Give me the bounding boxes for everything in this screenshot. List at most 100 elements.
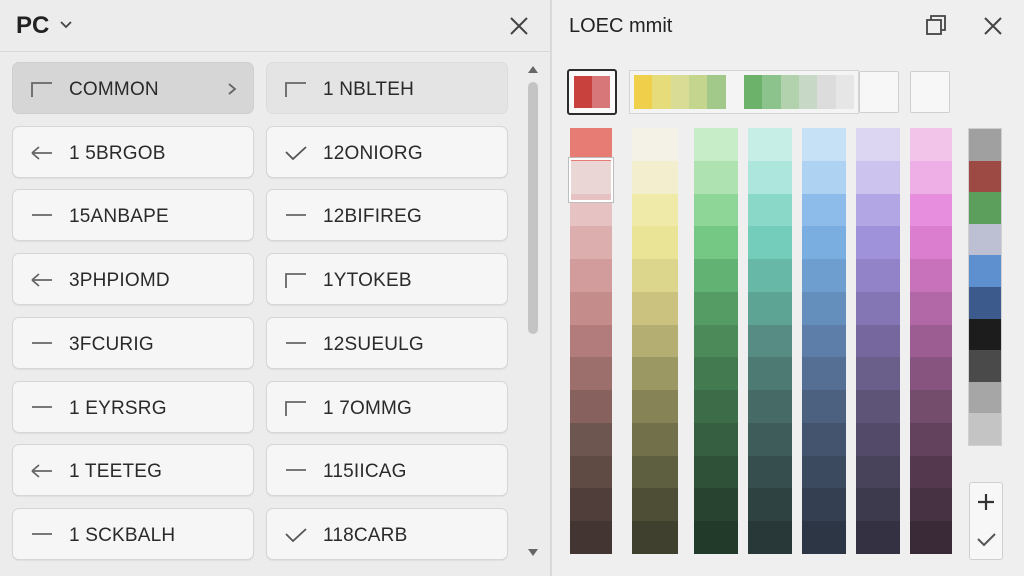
palette-swatch[interactable]: [910, 128, 952, 161]
palette-swatch[interactable]: [570, 226, 612, 260]
list-item[interactable]: 12ONIORG: [266, 125, 508, 178]
palette-swatch[interactable]: [856, 422, 900, 456]
add-color-icon[interactable]: [970, 483, 1002, 521]
palette-swatch[interactable]: [694, 455, 738, 489]
palette-swatch[interactable]: [694, 128, 738, 161]
palette-swatch[interactable]: [694, 488, 738, 522]
scrollbar[interactable]: [524, 60, 542, 570]
palette-swatch[interactable]: [856, 390, 900, 423]
palette-swatch[interactable]: [748, 521, 792, 554]
palette-swatch[interactable]: [632, 291, 678, 325]
chevron-right-icon[interactable]: [225, 81, 239, 97]
palette-swatch[interactable]: [910, 488, 952, 522]
palette-swatch[interactable]: [694, 390, 738, 423]
palette-swatch[interactable]: [570, 488, 612, 522]
confirm-check-icon[interactable]: [970, 521, 1002, 559]
palette-swatch[interactable]: [632, 324, 678, 358]
palette-swatch[interactable]: [632, 128, 678, 161]
palette-swatch[interactable]: [694, 226, 738, 260]
palette-swatch[interactable]: [632, 259, 678, 292]
palette-swatch[interactable]: [856, 521, 900, 554]
palette-swatch[interactable]: [694, 324, 738, 358]
palette-swatch[interactable]: [856, 324, 900, 358]
palette-swatch[interactable]: [802, 259, 846, 292]
recent-color-swatch[interactable]: [707, 75, 726, 109]
empty-swatch[interactable]: [859, 71, 899, 113]
palette-swatch[interactable]: [694, 422, 738, 456]
palette-swatch[interactable]: [856, 226, 900, 260]
list-item[interactable]: 1 5BRGOB: [12, 125, 254, 178]
preset-color-swatch[interactable]: [969, 223, 1001, 256]
palette-swatch[interactable]: [910, 390, 952, 423]
recent-color-swatch[interactable]: [688, 75, 708, 109]
palette-swatch[interactable]: [748, 291, 792, 325]
palette-swatch[interactable]: [694, 291, 738, 325]
panel-title-dropdown[interactable]: PC: [16, 12, 49, 40]
recent-color-swatch[interactable]: [743, 75, 763, 109]
palette-swatch[interactable]: [570, 259, 612, 292]
preset-color-swatch[interactable]: [969, 286, 1001, 319]
chevron-down-icon[interactable]: [58, 16, 74, 32]
preset-color-column[interactable]: [968, 128, 1002, 446]
list-item[interactable]: 1YTOKEB: [266, 253, 508, 306]
palette-swatch[interactable]: [802, 160, 846, 194]
preset-color-swatch[interactable]: [969, 160, 1001, 193]
palette-swatch[interactable]: [802, 488, 846, 522]
palette-swatch[interactable]: [910, 291, 952, 325]
palette-swatch[interactable]: [748, 488, 792, 522]
empty-swatch[interactable]: [910, 71, 950, 113]
palette-swatch[interactable]: [856, 259, 900, 292]
recent-color-swatch[interactable]: [762, 75, 781, 109]
list-item[interactable]: 15ANBAPE: [12, 189, 254, 242]
palette-swatch[interactable]: [748, 128, 792, 161]
palette-swatch[interactable]: [632, 390, 678, 423]
palette-swatch[interactable]: [910, 193, 952, 227]
list-item[interactable]: 1 TEETEG: [12, 444, 254, 497]
palette-swatch[interactable]: [570, 455, 612, 489]
preset-color-swatch[interactable]: [969, 381, 1001, 414]
preset-color-swatch[interactable]: [969, 318, 1001, 351]
palette-swatch[interactable]: [694, 259, 738, 292]
palette-swatch[interactable]: [748, 390, 792, 423]
palette-swatch[interactable]: [802, 422, 846, 456]
palette-swatch[interactable]: [632, 193, 678, 227]
palette-swatch[interactable]: [694, 193, 738, 227]
palette-swatch[interactable]: [632, 488, 678, 522]
palette-swatch[interactable]: [802, 324, 846, 358]
current-color-swatch[interactable]: [567, 69, 617, 115]
close-icon[interactable]: [508, 15, 530, 37]
palette-swatch[interactable]: [910, 259, 952, 292]
palette-swatch[interactable]: [802, 357, 846, 391]
list-item[interactable]: 3FCURIG: [12, 316, 254, 369]
palette-swatch[interactable]: [856, 455, 900, 489]
preset-color-swatch[interactable]: [969, 129, 1001, 161]
preset-color-swatch[interactable]: [969, 413, 1001, 445]
recent-color-swatch[interactable]: [634, 75, 653, 109]
palette-swatch[interactable]: [802, 128, 846, 161]
palette-swatch[interactable]: [802, 291, 846, 325]
palette-swatch[interactable]: [910, 160, 952, 194]
palette-swatch[interactable]: [748, 422, 792, 456]
scroll-up-icon[interactable]: [527, 64, 539, 74]
palette-swatch[interactable]: [632, 357, 678, 391]
list-item[interactable]: COMMON: [12, 62, 254, 114]
list-item[interactable]: 12SUEULG: [266, 316, 508, 369]
palette-swatch[interactable]: [802, 226, 846, 260]
list-item[interactable]: 118CARB: [266, 507, 508, 560]
palette-swatch[interactable]: [910, 422, 952, 456]
palette-swatch[interactable]: [570, 521, 612, 554]
palette-swatch[interactable]: [802, 390, 846, 423]
palette-swatch[interactable]: [570, 390, 612, 423]
palette-swatch[interactable]: [632, 422, 678, 456]
preset-color-swatch[interactable]: [969, 350, 1001, 382]
palette-swatch[interactable]: [748, 455, 792, 489]
recent-color-swatch[interactable]: [798, 75, 818, 109]
palette-swatch[interactable]: [910, 357, 952, 391]
list-item[interactable]: 1 7OMMG: [266, 380, 508, 433]
palette-swatch[interactable]: [570, 128, 612, 161]
recent-color-swatch[interactable]: [725, 75, 744, 109]
palette-swatch[interactable]: [748, 357, 792, 391]
list-item[interactable]: 1 EYRSRG: [12, 380, 254, 433]
close-icon[interactable]: [982, 15, 1004, 37]
recent-color-swatch[interactable]: [670, 75, 689, 109]
